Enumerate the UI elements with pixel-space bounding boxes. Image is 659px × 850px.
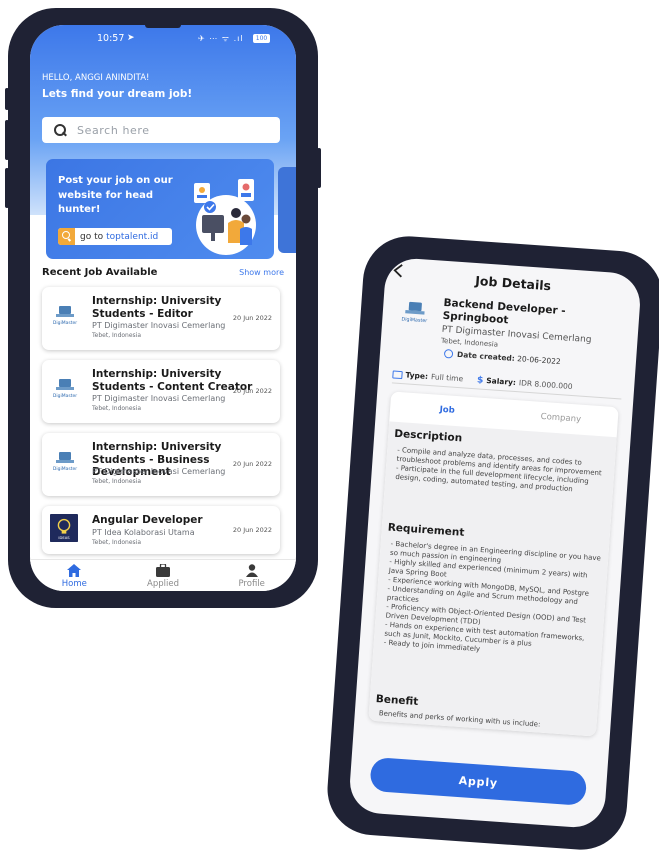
status-bar: 10:57 ➤ ✈ ⋯ ᯤ .ıl 100 — [30, 33, 296, 47]
date-created-value: 20-06-2022 — [516, 354, 562, 367]
job-description-panel: Description - Compile and analyze data, … — [368, 421, 617, 737]
details-phone: Job Details DigiMaster Backend Developer… — [324, 233, 659, 850]
job-date: 20 Jun 2022 — [232, 460, 272, 468]
tagline: Lets find your dream job! — [42, 88, 193, 100]
job-company: PT Idea Kolaborasi Utama — [92, 528, 195, 537]
job-type-label: Type: — [405, 370, 429, 381]
job-list: DigiMaster Internship: University Studen… — [42, 287, 280, 564]
job-company: PT Digimaster Inovasi Cemerlang — [92, 467, 226, 476]
job-details-screen: Job Details DigiMaster Backend Developer… — [347, 256, 643, 830]
phone-side-button — [5, 88, 9, 110]
job-card[interactable]: IDEAS Angular Developer PT Idea Kolabora… — [42, 506, 280, 554]
banner-link-button[interactable]: go to toptalent.id — [58, 228, 172, 245]
page-title: Job Details — [474, 273, 552, 294]
digimaster-logo: DigiMaster — [53, 452, 77, 472]
banner-link-prefix: go to — [80, 231, 104, 242]
job-salary: $ Salary: IDR 8.000.000 — [477, 375, 573, 392]
money-icon: $ — [476, 374, 484, 386]
home-screen: 10:57 ➤ ✈ ⋯ ᯤ .ıl 100 HELLO, ANGGI ANIND… — [30, 25, 296, 591]
next-banner-peek[interactable] — [278, 167, 296, 253]
illustration-people-computer — [194, 179, 256, 255]
bottom-navigation: Home Applied Profile — [30, 559, 296, 591]
search-icon — [54, 123, 67, 137]
banner-link-url: toptalent.id — [106, 231, 159, 242]
digimaster-logo: DigiMaster — [53, 306, 77, 326]
apply-button[interactable]: Apply — [369, 756, 588, 806]
svg-text:DigiMaster: DigiMaster — [53, 393, 77, 399]
phone-side-button — [5, 120, 9, 160]
job-location: Tebet, Indonesia — [440, 336, 499, 349]
job-type: Type: Full time — [392, 369, 463, 383]
promo-banner[interactable]: Post your job on our website for head hu… — [46, 159, 274, 259]
ideas-logo: IDEAS — [50, 514, 78, 542]
job-card[interactable]: DigiMaster Internship: University Studen… — [42, 360, 280, 423]
job-date: 20 Jun 2022 — [232, 387, 272, 395]
requirement-heading: Requirement — [387, 521, 465, 539]
job-date: 20 Jun 2022 — [232, 526, 272, 534]
nav-applied-label: Applied — [147, 579, 179, 589]
tab-job[interactable]: Job — [390, 391, 506, 425]
job-card[interactable]: DigiMaster Internship: University Studen… — [42, 433, 280, 496]
svg-text:DigiMaster: DigiMaster — [53, 466, 77, 472]
digimaster-logo: DigiMaster — [53, 379, 77, 399]
recent-jobs-title: Recent Job Available — [42, 267, 158, 278]
requirement-text: - Bachelor's degree in an Engineering di… — [383, 539, 602, 654]
job-title: Angular Developer — [92, 514, 203, 526]
details-card: Job Company Description - Compile and an… — [368, 391, 619, 737]
briefcase-icon — [392, 369, 403, 379]
date-created: Date created: 20-06-2022 — [443, 348, 562, 367]
navigation-arrow-icon: ➤ — [127, 33, 135, 43]
search-input[interactable] — [77, 123, 257, 137]
benefit-text: Benefits and perks of working with us in… — [378, 709, 541, 729]
nav-profile-label: Profile — [238, 579, 265, 589]
job-company: PT Digimaster Inovasi Cemerlang — [92, 321, 226, 330]
job-location: Tebet, Indonesia — [92, 478, 142, 485]
date-created-label: Date created: — [456, 349, 516, 363]
description-heading: Description — [393, 427, 463, 445]
phone-side-button — [5, 168, 9, 208]
status-time: 10:57 — [97, 33, 125, 44]
job-location: Tebet, Indonesia — [92, 405, 142, 412]
digimaster-logo: DigiMaster — [401, 301, 427, 324]
clock-icon — [443, 348, 454, 359]
search-icon — [58, 228, 75, 245]
nav-profile[interactable]: Profile — [207, 560, 296, 591]
nav-home[interactable]: Home — [30, 560, 119, 591]
home-icon — [67, 564, 82, 577]
description-text: - Compile and analyze data, processes, a… — [395, 445, 602, 494]
job-type-value: Full time — [430, 372, 464, 384]
greeting: HELLO, ANGGI ANINDITA! — [42, 73, 150, 83]
job-salary-label: Salary: — [486, 376, 517, 388]
job-company: PT Digimaster Inovasi Cemerlang — [92, 394, 226, 403]
home-phone: 10:57 ➤ ✈ ⋯ ᯤ .ıl 100 HELLO, ANGGI ANIND… — [5, 8, 321, 608]
status-icons: ✈ ⋯ ᯤ .ıl — [198, 34, 244, 43]
job-location: Tebet, Indonesia — [92, 332, 142, 339]
banner-title: Post your job on our website for head hu… — [58, 175, 173, 215]
svg-text:IDEAS: IDEAS — [58, 536, 70, 540]
job-card[interactable]: DigiMaster Internship: University Studen… — [42, 287, 280, 350]
job-date: 20 Jun 2022 — [232, 314, 272, 322]
svg-text:DigiMaster: DigiMaster — [53, 320, 77, 326]
speaker-notch — [145, 25, 181, 28]
nav-applied[interactable]: Applied — [119, 560, 208, 591]
nav-home-label: Home — [61, 579, 87, 589]
profile-icon — [245, 564, 258, 577]
briefcase-icon — [156, 564, 170, 577]
battery-icon: 100 — [253, 34, 270, 43]
phone-power-button — [317, 148, 321, 188]
benefit-heading: Benefit — [375, 693, 419, 709]
tab-company[interactable]: Company — [503, 399, 619, 433]
show-more-link[interactable]: Show more — [239, 268, 284, 277]
search-bar[interactable] — [42, 117, 280, 143]
svg-text:DigiMaster: DigiMaster — [401, 316, 427, 324]
job-location: Tebet, Indonesia — [92, 539, 142, 546]
job-salary-value: IDR 8.000.000 — [518, 378, 573, 392]
